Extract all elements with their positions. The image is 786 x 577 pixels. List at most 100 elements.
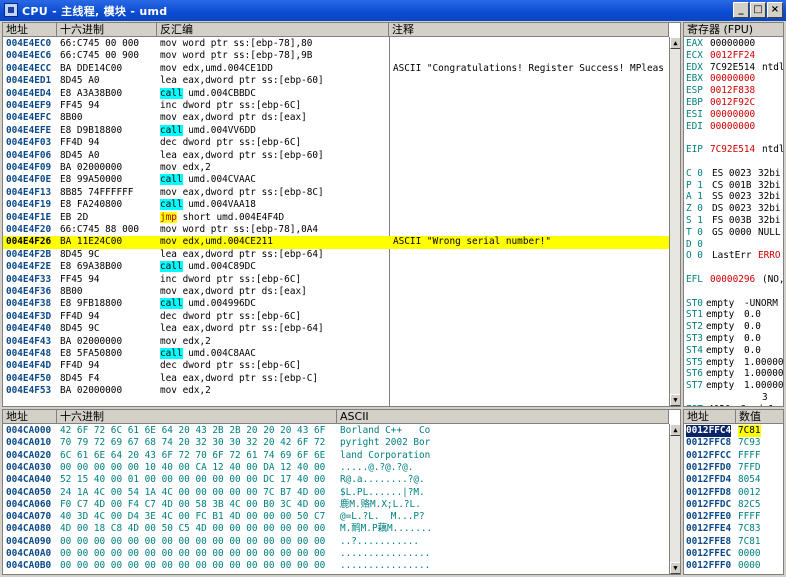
register-row[interactable]: EFL 00000296 (NO, xyxy=(684,274,783,286)
disasm-row[interactable]: 004E4ED1 8D45 A0 lea eax,dword ptr ss:[ebp… xyxy=(3,75,669,87)
title-bar[interactable]: CPU - 主线程, 模块 - umd _ □ × xyxy=(0,0,786,21)
register-row[interactable] xyxy=(684,156,783,168)
dump-row[interactable]: 004CA070 40 3D 4C 00 D4 3E 4C 00 FC B1 4D… xyxy=(3,511,669,523)
minimize-button[interactable]: _ xyxy=(733,2,749,18)
disasm-row[interactable]: 004E4F40 8D45 9C lea eax,dword ptr ss:[ebp… xyxy=(3,323,669,335)
disasm-row[interactable]: 004E4F1E EB 2D jmp short umd.004E4F4D xyxy=(3,211,669,224)
dump-header-ascii[interactable]: ASCII xyxy=(337,410,669,424)
disasm-row[interactable]: 004E4F09 BA 02000000 mov edx,2 xyxy=(3,162,669,174)
disasm-row[interactable]: 004E4F19 E8 FA240800 call umd.004VAA18 xyxy=(3,199,669,211)
close-button[interactable]: × xyxy=(767,2,783,18)
stack-row[interactable]: 0012FFC4 7C81 xyxy=(684,425,783,438)
disasm-row[interactable]: 004E4F0E E8 99A50000 call umd.004CVAAC xyxy=(3,174,669,186)
stack-row[interactable]: 0012FFE8 7C81 xyxy=(684,536,783,548)
register-row[interactable]: ST4 empty 0.0 xyxy=(684,345,783,357)
register-row[interactable]: EDX 7C92E514 ntdl xyxy=(684,62,783,74)
scroll-down-icon[interactable]: ▼ xyxy=(670,394,680,406)
dump-row[interactable]: 004CA0B0 00 00 00 00 00 00 00 00 00 00 00… xyxy=(3,560,669,572)
dump-row[interactable]: 004CA060 F0 C7 4D 00 F4 C7 4D 00 58 3B 4C… xyxy=(3,499,669,511)
registers-header[interactable]: 寄存器 (FPU) xyxy=(684,23,783,37)
register-row[interactable]: EBP 0012F92C xyxy=(684,97,783,109)
stack-row[interactable]: 0012FFE0 FFFF xyxy=(684,511,783,523)
scroll-up-icon[interactable]: ▲ xyxy=(670,37,680,49)
stack-row[interactable]: 0012FFC8 7C93 xyxy=(684,437,783,449)
dump-row[interactable]: 004CA030 00 00 00 00 00 10 40 00 CA 12 40… xyxy=(3,462,669,474)
disasm-row[interactable]: 004E4F33 FF45 94 inc dword ptr ss:[ebp-6C] xyxy=(3,274,669,286)
dump-row[interactable]: 004CA010 70 79 72 69 67 68 74 20 32 30 30… xyxy=(3,437,669,449)
maximize-button[interactable]: □ xyxy=(750,2,766,18)
stack-row[interactable]: 0012FFD0 7FFD xyxy=(684,462,783,474)
dump-row[interactable]: 004CA050 24 1A 4C 00 54 1A 4C 00 00 00 00… xyxy=(3,487,669,499)
scroll-up-icon[interactable]: ▲ xyxy=(670,424,680,436)
disasm-row[interactable]: 004E4F38 E8 9FB18800 call umd.004996DC xyxy=(3,298,669,310)
register-row[interactable]: T 0 GS 0000 NULL xyxy=(684,227,783,239)
register-row[interactable]: EBX 00000000 xyxy=(684,73,783,85)
disasm-row[interactable]: 004E4EF9 FF45 94 inc dword ptr ss:[ebp-6C] xyxy=(3,100,669,112)
register-row[interactable]: S 1 FS 003B 32bi xyxy=(684,215,783,227)
register-row[interactable] xyxy=(684,132,783,144)
register-row[interactable]: FST 4020 Cond 1 xyxy=(684,404,783,406)
register-row[interactable]: 3 xyxy=(684,392,783,404)
disasm-header-address[interactable]: 地址 xyxy=(3,23,57,37)
disasm-row[interactable]: 004E4F2E E8 69A38B00 call umd.004C89DC xyxy=(3,261,669,273)
disasm-header-disassembly[interactable]: 反汇编 xyxy=(157,23,389,37)
disasm-row[interactable]: 004E4F2B 8D45 9C lea eax,dword ptr ss:[ebp… xyxy=(3,249,669,261)
disasm-row[interactable]: 004E4EFE E8 D9B18800 call umd.004VV6DD xyxy=(3,124,669,137)
dump-row[interactable]: 004CA000 42 6F 72 6C 61 6E 64 20 43 2B 2B… xyxy=(3,425,669,437)
disasm-row[interactable]: 004E4ED4 E8 A3A38B00 call umd.004CBBDC xyxy=(3,87,669,100)
dump-header-address[interactable]: 地址 xyxy=(3,410,57,424)
register-row[interactable]: P 1 CS 001B 32bi xyxy=(684,180,783,192)
dump-header-hex[interactable]: 十六进制 xyxy=(57,410,337,424)
stack-row[interactable]: 0012FFD4 8054 xyxy=(684,474,783,486)
disasm-row[interactable]: 004E4F26 BA 11E24C00 mov edx,umd.004CE211 A… xyxy=(3,236,669,249)
disasm-row[interactable]: 004E4F03 FF4D 94 dec dword ptr ss:[ebp-6C] xyxy=(3,137,669,149)
registers-pane[interactable]: 寄存器 (FPU) EAX 00000000 ECX 0012FF24 EDX 7C92E… xyxy=(683,22,784,407)
register-row[interactable]: ST3 empty 0.0 xyxy=(684,333,783,345)
disasm-row[interactable]: 004E4F20 66:C745 88 000 mov word ptr ss:[e… xyxy=(3,224,669,236)
register-row[interactable]: ST6 empty 1.00000 xyxy=(684,368,783,380)
stack-row[interactable]: 0012FFCC FFFF xyxy=(684,450,783,462)
disasm-row[interactable]: 004E4EC6 66:C745 00 900 mov word ptr ss:[e… xyxy=(3,50,669,62)
disasm-row[interactable]: 004E4F06 8D45 A0 lea eax,dword ptr ss:[ebp… xyxy=(3,150,669,162)
register-row[interactable] xyxy=(684,262,783,274)
register-row[interactable]: ESP 0012F838 xyxy=(684,85,783,97)
disasm-header-comment[interactable]: 注释 xyxy=(389,23,669,37)
stack-row[interactable]: 0012FFEC 0000 xyxy=(684,548,783,560)
register-row[interactable]: EIP 7C92E514 ntdl xyxy=(684,144,783,156)
stack-row[interactable]: 0012FFD8 0012 xyxy=(684,487,783,499)
register-row[interactable]: ST1 empty 0.0 xyxy=(684,309,783,321)
disasm-row[interactable]: 004E4F13 8B85 74FFFFFF mov eax,dword ptr s… xyxy=(3,187,669,199)
register-row[interactable]: ECX 0012FF24 xyxy=(684,50,783,62)
disasm-row[interactable]: 004E4EC0 66:C745 00 000 mov word ptr ss:[e… xyxy=(3,38,669,50)
register-row[interactable]: ST2 empty 0.0 xyxy=(684,321,783,333)
disasm-row[interactable]: 004E4F48 E8 5FA50800 call umd.004C8AAC xyxy=(3,348,669,360)
dump-row[interactable]: 004CA090 00 00 00 00 00 00 00 00 00 00 00… xyxy=(3,536,669,548)
disasm-row[interactable]: 004E4F4D FF4D 94 dec dword ptr ss:[ebp-6C] xyxy=(3,360,669,372)
dump-row[interactable]: 004CA080 4D 00 18 C8 4D 00 50 C5 4D 00 00… xyxy=(3,523,669,535)
disasm-row[interactable]: 004E4F3D FF4D 94 dec dword ptr ss:[ebp-6C] xyxy=(3,311,669,323)
disasm-row[interactable]: 004E4EFC 8B00 mov eax,dword ptr ds:[eax] xyxy=(3,112,669,124)
register-row[interactable]: ESI 00000000 xyxy=(684,109,783,121)
register-row[interactable]: A 1 SS 0023 32bi xyxy=(684,191,783,203)
stack-row[interactable]: 0012FFDC 82C5 xyxy=(684,499,783,511)
register-row[interactable]: ST5 empty 1.00000 xyxy=(684,357,783,369)
register-row[interactable]: EAX 00000000 xyxy=(684,38,783,50)
stack-header-value[interactable]: 数值 xyxy=(736,410,783,424)
stack-row[interactable]: 0012FFE4 7C83 xyxy=(684,523,783,535)
dump-scrollbar[interactable]: ▲ ▼ xyxy=(669,424,680,574)
disasm-row[interactable]: 004E4ECC BA DDE14C00 mov edx,umd.004CE1DD A… xyxy=(3,63,669,75)
disasm-row[interactable]: 004E4F53 BA 02000000 mov edx,2 xyxy=(3,385,669,397)
dump-row[interactable]: 004CA040 52 15 40 00 01 00 00 00 00 00 00… xyxy=(3,474,669,486)
register-row[interactable]: Z 0 DS 0023 32bi xyxy=(684,203,783,215)
register-row[interactable]: D 0 xyxy=(684,239,783,251)
disasm-row[interactable]: 004E4F36 8B00 mov eax,dword ptr ds:[eax] xyxy=(3,286,669,298)
scroll-down-icon[interactable]: ▼ xyxy=(670,562,680,574)
disasm-row[interactable]: 004E4F50 8D45 F4 lea eax,dword ptr ss:[ebp… xyxy=(3,373,669,385)
register-row[interactable] xyxy=(684,286,783,298)
stack-pane[interactable]: 地址 数值 0012FFC4 7C81 0012FFC8 7C93 0012FFCC FF… xyxy=(683,409,784,575)
stack-row[interactable]: 0012FFF0 0000 xyxy=(684,560,783,572)
register-row[interactable]: O 0 LastErr ERRO xyxy=(684,250,783,262)
disassembly-pane[interactable]: 地址 十六进制 反汇编 注释 004E4EC0 66:C745 00 000 mov… xyxy=(2,22,681,407)
register-row[interactable]: C 0 ES 0023 32bi xyxy=(684,168,783,180)
memory-dump-pane[interactable]: 地址 十六进制 ASCII 004CA000 42 6F 72 6C 61 6E … xyxy=(2,409,681,575)
